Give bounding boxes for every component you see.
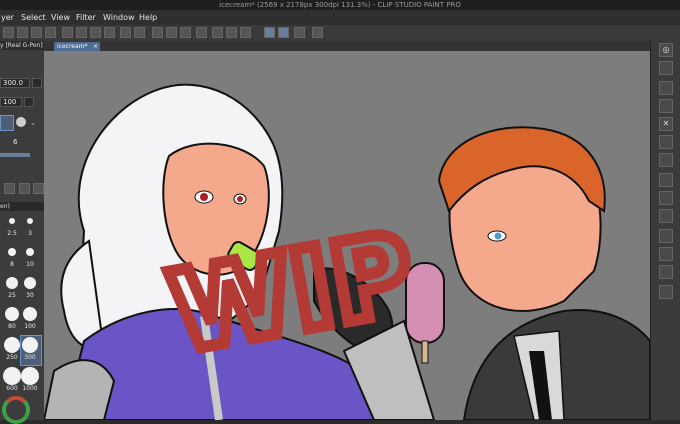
menu-view[interactable]: View: [51, 10, 70, 25]
auto-action-icon[interactable]: [659, 191, 673, 205]
color-history-icon[interactable]: [659, 209, 673, 223]
material-icon[interactable]: [659, 135, 673, 149]
brush-size-label: 250: [6, 354, 18, 361]
soft-brush-tip-icon[interactable]: [16, 117, 26, 127]
artwork: WIP: [44, 83, 650, 420]
item-bank-icon[interactable]: [659, 173, 673, 187]
brush-size-label: 25: [8, 292, 16, 299]
layer-search-icon[interactable]: [659, 99, 673, 113]
invert-selection-icon[interactable]: [240, 27, 251, 38]
brush-size-label: 80: [8, 323, 16, 330]
popsicle-stick: [421, 340, 429, 364]
brush-size-dot[interactable]: [4, 337, 20, 353]
close-icon[interactable]: ×: [93, 42, 98, 51]
document-tab-label: icecream*: [57, 43, 88, 50]
brush-size-dot[interactable]: [3, 367, 21, 385]
document-icon[interactable]: [62, 27, 73, 38]
preview-icon[interactable]: [659, 285, 673, 299]
image-icon[interactable]: [659, 247, 673, 261]
sub-view-icon[interactable]: [659, 61, 673, 75]
navigator-icon[interactable]: ◎: [659, 43, 673, 57]
brush-size-dot[interactable]: [22, 337, 38, 353]
stabilizer-slider[interactable]: [0, 153, 30, 157]
brush-size-field[interactable]: 300.0: [0, 78, 30, 88]
command-bar: [0, 25, 680, 42]
document-tab[interactable]: icecream* ×: [54, 42, 100, 51]
brush-size-dot[interactable]: [27, 218, 33, 224]
brush-size-label: 600: [6, 385, 18, 392]
deselect-icon[interactable]: [226, 27, 237, 38]
brush-size-dot[interactable]: [23, 307, 37, 321]
menu-select[interactable]: Select: [21, 10, 46, 25]
brush-size-label: 8: [10, 261, 14, 268]
help-icon[interactable]: [312, 27, 323, 38]
stabilizer-value: 6: [13, 138, 18, 146]
right-icon-panel: ◎ ✕: [650, 41, 680, 420]
history-icon[interactable]: [659, 153, 673, 167]
redo-icon[interactable]: [134, 27, 145, 38]
woman-sleeve: [44, 359, 116, 420]
brush-size-label: 1000: [22, 385, 38, 392]
brush-size-dot[interactable]: [26, 248, 34, 256]
duplicate-icon[interactable]: [19, 183, 30, 194]
chevron-down-icon[interactable]: ⌄: [30, 119, 36, 127]
brush-size-label: 30: [26, 292, 34, 299]
snap-special-ruler-icon[interactable]: [278, 27, 289, 38]
settings-icon[interactable]: [4, 183, 15, 194]
woman-iris-left: [200, 193, 208, 201]
brush-size-dot[interactable]: [21, 367, 39, 385]
brush-size-dot[interactable]: [6, 277, 18, 289]
snap-grid-icon[interactable]: [294, 27, 305, 38]
menu-help[interactable]: Help: [139, 10, 157, 25]
title-bar: icecream* (2569 x 2178px 300dpi 131.3%) …: [0, 0, 680, 10]
brush-size-dot[interactable]: [9, 218, 15, 224]
save-icon[interactable]: [31, 27, 42, 38]
brush-size-dot[interactable]: [8, 248, 16, 256]
brush-size-label: 100: [24, 323, 36, 330]
export-icon[interactable]: [45, 27, 56, 38]
undo-icon[interactable]: [120, 27, 131, 38]
pressure-size-icon[interactable]: [32, 78, 42, 88]
brush-size-label: 10: [26, 261, 34, 268]
folder-icon[interactable]: [90, 27, 101, 38]
camera-icon[interactable]: [659, 265, 673, 279]
brush-size-value: 300.0: [3, 79, 24, 87]
window-title: icecream* (2569 x 2178px 300dpi 131.3%) …: [219, 1, 461, 9]
menu-filter[interactable]: Filter: [76, 10, 96, 25]
brush-size-label: 2.5: [7, 230, 17, 237]
fill-icon[interactable]: [180, 27, 191, 38]
canvas-area[interactable]: WIP: [44, 51, 650, 420]
menu-icon[interactable]: [104, 27, 115, 38]
brush-name: y [Real G-Pen]: [0, 41, 44, 50]
woman-iris-right: [237, 196, 243, 202]
select-all-icon[interactable]: [212, 27, 223, 38]
new-icon[interactable]: [3, 27, 14, 38]
pressure-opacity-icon[interactable]: [24, 97, 34, 107]
brush-size-palette-title: en): [0, 202, 44, 211]
transform-icon[interactable]: [166, 27, 177, 38]
document-tab-bar: icecream* ×: [44, 41, 650, 51]
brush-shape-selected[interactable]: [0, 115, 14, 131]
crop-icon[interactable]: [196, 27, 207, 38]
layer-icon[interactable]: [76, 27, 87, 38]
brush-size-label: 300: [24, 354, 36, 361]
snap-ruler-icon[interactable]: [264, 27, 275, 38]
brush-size-dot[interactable]: [5, 307, 19, 321]
brush-size-label: 3: [28, 230, 32, 237]
man-iris: [494, 232, 502, 240]
layer-property-icon[interactable]: [659, 81, 673, 95]
opacity-field[interactable]: 100: [0, 97, 22, 107]
clear-icon[interactable]: [152, 27, 163, 38]
delete-icon[interactable]: [33, 183, 44, 194]
color-set-icon[interactable]: [659, 229, 673, 243]
opacity-value: 100: [3, 98, 17, 106]
menu-layer[interactable]: yer: [1, 10, 14, 25]
open-icon[interactable]: [17, 27, 28, 38]
menu-bar: yer Select View Filter Window Help: [0, 10, 680, 25]
tool-property-panel: y [Real G-Pen] 300.0 100 ⌄ 6 en) 2.5 3 8 10…: [0, 41, 45, 424]
brush-size-dot[interactable]: [24, 277, 36, 289]
menu-window[interactable]: Window: [103, 10, 135, 25]
close-layer-icon[interactable]: ✕: [659, 117, 673, 131]
